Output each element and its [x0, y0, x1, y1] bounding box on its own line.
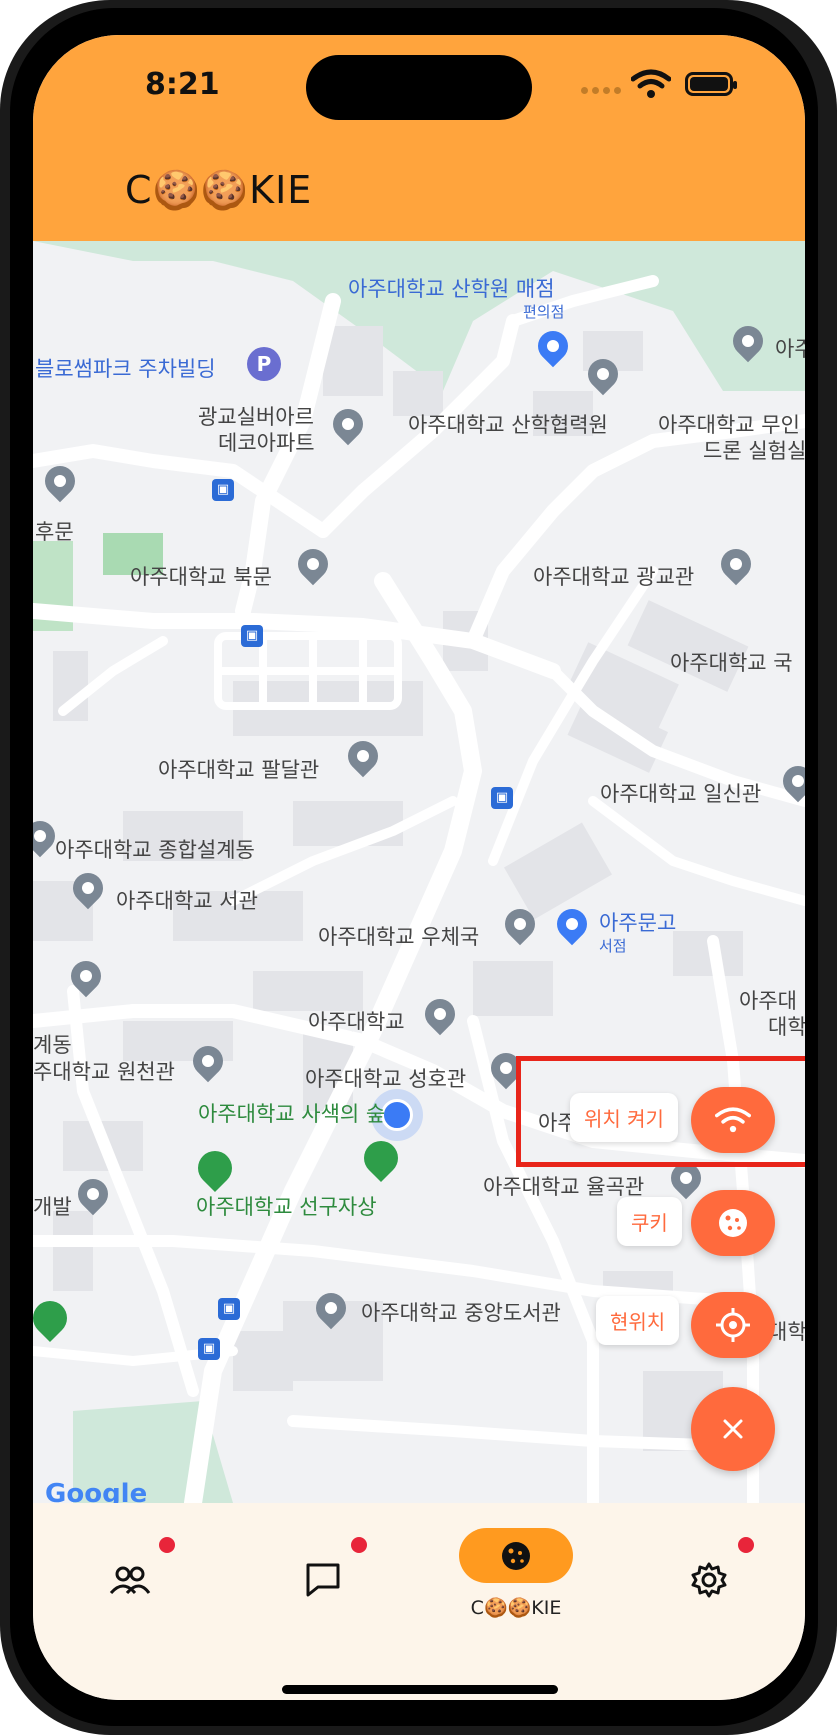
- current-location-label[interactable]: 현위치: [596, 1296, 680, 1345]
- close-menu-button[interactable]: [691, 1387, 775, 1471]
- map-label[interactable]: 아주대학교 성호관: [305, 1063, 466, 1093]
- bus-stop-icon[interactable]: ▣: [212, 479, 234, 501]
- map-label[interactable]: 아주: [775, 333, 805, 363]
- tab-chat[interactable]: [283, 1540, 363, 1620]
- map-label: 대학: [768, 1015, 805, 1039]
- bus-stop-icon[interactable]: ▣: [491, 787, 513, 809]
- map-label[interactable]: 아주대학교 중앙도서관: [361, 1297, 561, 1327]
- app-title: C🍪🍪KIE: [125, 168, 313, 212]
- tab-bar: C🍪🍪KIE: [33, 1503, 805, 1700]
- map-label[interactable]: 아주대학교: [308, 1006, 405, 1036]
- screen: 8:21 C🍪🍪KIE 아주대학교 산학원 매점 편의점 아주 블로썸파크 주차…: [33, 35, 805, 1700]
- map-label: 편의점: [523, 303, 565, 321]
- current-location-button[interactable]: [691, 1292, 775, 1358]
- battery-icon: [685, 72, 737, 96]
- tab-cookie-label[interactable]: C🍪🍪KIE: [459, 1596, 573, 1619]
- tab-cookie[interactable]: [459, 1528, 573, 1583]
- map-label: 데코아파트: [218, 431, 315, 455]
- map-label[interactable]: 후문: [35, 516, 74, 546]
- wifi-icon: [631, 69, 671, 98]
- cookie-button[interactable]: [691, 1190, 775, 1256]
- map-label[interactable]: 아주대학교 율곡관: [483, 1171, 644, 1201]
- map-label: 드론 실험실: [703, 439, 805, 463]
- notification-badge: [351, 1537, 367, 1553]
- bus-stop-icon[interactable]: ▣: [198, 1338, 220, 1360]
- parking-icon[interactable]: P: [247, 347, 281, 381]
- map-view[interactable]: 아주대학교 산학원 매점 편의점 아주 블로썸파크 주차빌딩 P 광교실버아르 …: [33, 241, 805, 1503]
- map-label[interactable]: 아주대학교 서관: [116, 885, 258, 915]
- bus-stop-icon[interactable]: ▣: [218, 1298, 240, 1320]
- tab-friends[interactable]: [90, 1540, 170, 1620]
- current-location-dot: [381, 1099, 413, 1131]
- map-label[interactable]: 아주대학교 우체국: [318, 921, 479, 951]
- map-label[interactable]: 아주대학교 종합설계동: [55, 834, 255, 864]
- map-label[interactable]: 아주대학교 북문: [130, 561, 272, 591]
- cookie-icon: [719, 1209, 747, 1237]
- map-label: 서점: [599, 937, 627, 955]
- map-label[interactable]: 아주대학교 산학원 매점: [348, 273, 555, 303]
- chat-icon: [306, 1563, 340, 1597]
- map-label[interactable]: 아주문고: [599, 907, 676, 937]
- gear-icon: [691, 1562, 727, 1598]
- map-label[interactable]: 계동: [33, 1029, 72, 1059]
- highlight-box: [516, 1056, 805, 1167]
- map-label[interactable]: 아주대학교 산학협력원: [408, 409, 608, 439]
- close-icon: [723, 1419, 743, 1439]
- map-label[interactable]: 아주대학교 사색의 숲: [198, 1098, 385, 1128]
- status-time: 8:21: [145, 67, 220, 102]
- notification-badge: [159, 1537, 175, 1553]
- map-label[interactable]: 아주대학교 팔달관: [158, 754, 319, 784]
- map-label[interactable]: 아주대학교 선구자상: [196, 1191, 377, 1221]
- map-label[interactable]: 개발: [33, 1191, 72, 1221]
- google-logo: Google: [45, 1479, 148, 1503]
- cookie-label[interactable]: 쿠키: [617, 1197, 682, 1246]
- map-label[interactable]: 주대학교 원천관: [33, 1056, 175, 1086]
- bus-stop-icon[interactable]: ▣: [241, 625, 263, 647]
- app-header: 8:21 C🍪🍪KIE: [33, 35, 805, 241]
- crosshair-icon: [716, 1308, 750, 1342]
- tab-settings[interactable]: [669, 1540, 749, 1620]
- home-indicator[interactable]: [282, 1685, 558, 1694]
- map-label[interactable]: 아주대학교 광교관: [533, 561, 694, 591]
- cookie-icon: [502, 1541, 530, 1570]
- notification-badge: [738, 1537, 754, 1553]
- map-label[interactable]: 블로썸파크 주차빌딩: [35, 353, 216, 383]
- phone-frame: 8:21 C🍪🍪KIE 아주대학교 산학원 매점 편의점 아주 블로썸파크 주차…: [0, 0, 837, 1735]
- signal-icon: [581, 87, 621, 94]
- people-icon: [109, 1566, 151, 1595]
- dynamic-island: [306, 55, 532, 120]
- map-label[interactable]: 아주대학교 일신관: [600, 778, 761, 808]
- map-label[interactable]: 아주대학교 국: [670, 647, 793, 677]
